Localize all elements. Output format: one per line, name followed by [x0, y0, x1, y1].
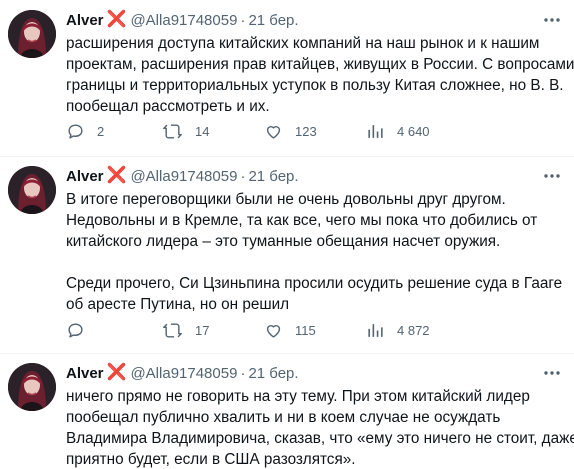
avatar[interactable]	[8, 10, 56, 58]
views-count: 4 872	[397, 322, 430, 338]
reply-icon	[68, 322, 83, 338]
retweet-button[interactable]: 14	[162, 121, 209, 141]
tweet-time[interactable]: 21 бер.	[248, 365, 298, 382]
retweet-icon	[163, 322, 182, 338]
tweet-header: Alver ❌ @Alla91748059 · 21 бер.	[66, 363, 299, 383]
more-icon[interactable]	[540, 166, 564, 186]
like-count: 123	[295, 123, 317, 139]
author-handle[interactable]: @Alla91748059	[130, 365, 237, 382]
cross-mark-badge: ❌	[106, 364, 127, 381]
tweet-text: В итоге переговорщики были не очень дово…	[66, 189, 566, 315]
retweet-count: 14	[195, 123, 210, 139]
tweet-text-line: Недовольны и в Кремле, та как все, чего …	[66, 212, 538, 229]
more-icon[interactable]	[540, 363, 564, 383]
tweet-text: расширения доступа китайских компаний на…	[66, 33, 574, 117]
tweet-text-line: пообещал рассмотреть и их.	[66, 98, 270, 115]
more-icon[interactable]	[540, 10, 564, 30]
tweet-header: Alver ❌ @Alla91748059 · 21 бер.	[66, 166, 299, 186]
tweet-text: ничего прямо не говорить на эту тему. Пр…	[66, 386, 574, 469]
like-button[interactable]: 123	[264, 121, 317, 141]
like-count: 115	[295, 322, 316, 338]
reply-button[interactable]	[66, 320, 97, 340]
retweet-icon	[163, 123, 182, 139]
reply-icon	[68, 123, 83, 139]
tweet-actions: 17 115 4 872	[66, 320, 546, 340]
tweet-text-line: расширения доступа китайских компаний на…	[66, 35, 540, 52]
author-name[interactable]: Alver	[66, 365, 104, 382]
separator-dot: ·	[240, 167, 246, 185]
tweet-text-line: приятно будет, если в США разозлятся».	[66, 451, 356, 468]
like-icon	[266, 324, 281, 338]
separator-dot: ·	[240, 364, 246, 382]
author-name[interactable]: Alver	[66, 168, 104, 185]
author-handle[interactable]: @Alla91748059	[130, 12, 237, 29]
tweet-text-line: Среди прочего, Си Цзиньпина просили осуд…	[66, 275, 563, 292]
tweet-text-line: Владимира Владимировича, сказав, что «ем…	[66, 430, 574, 447]
reply-count: 2	[97, 123, 105, 139]
retweet-count: 17	[195, 322, 210, 338]
cross-mark-badge: ❌	[106, 11, 127, 28]
author-name[interactable]: Alver	[66, 12, 104, 29]
author-handle[interactable]: @Alla91748059	[130, 168, 237, 185]
tweet-time[interactable]: 21 бер.	[248, 168, 298, 185]
tweet-text-line: китайского лидера – это туманные обещани…	[66, 233, 501, 250]
views-icon	[368, 124, 383, 138]
views-button[interactable]: 4 872	[366, 320, 430, 340]
avatar[interactable]	[8, 363, 56, 411]
tweet-text-line: об аресте Путина, но он решил	[66, 296, 290, 313]
like-icon	[266, 125, 281, 139]
tweet-text-line: пообещал публично хвалить и ни в коем сл…	[66, 409, 501, 426]
tweet-text-line: границы и территориальных уступок в поль…	[66, 77, 564, 94]
cross-mark-badge: ❌	[106, 167, 127, 184]
tweet-time[interactable]: 21 бер.	[248, 12, 298, 29]
tweet-header: Alver ❌ @Alla91748059 · 21 бер.	[66, 10, 299, 30]
views-count: 4 640	[397, 123, 430, 139]
tweet-text-line: проектам, расширения прав китайцев, живу…	[66, 56, 574, 73]
views-button[interactable]: 4 640	[366, 121, 430, 141]
tweet-text-line: ничего прямо не говорить на эту тему. Пр…	[66, 388, 530, 405]
tweet-actions: 2 14 123 4 640	[66, 121, 546, 141]
avatar[interactable]	[8, 166, 56, 214]
tweet[interactable]: Alver ❌ @Alla91748059 · 21 бер. В итоге …	[0, 157, 574, 354]
separator-dot: ·	[240, 11, 246, 29]
views-icon	[368, 323, 383, 337]
reply-button[interactable]: 2	[66, 121, 104, 141]
retweet-button[interactable]: 17	[162, 320, 209, 340]
tweet[interactable]: Alver ❌ @Alla91748059 · 21 бер. ничего п…	[0, 354, 574, 469]
tweet-text-line: В итоге переговорщики были не очень дово…	[66, 191, 506, 208]
tweet[interactable]: Alver ❌ @Alla91748059 · 21 бер. расширен…	[0, 0, 574, 157]
like-button[interactable]: 115	[264, 320, 316, 340]
